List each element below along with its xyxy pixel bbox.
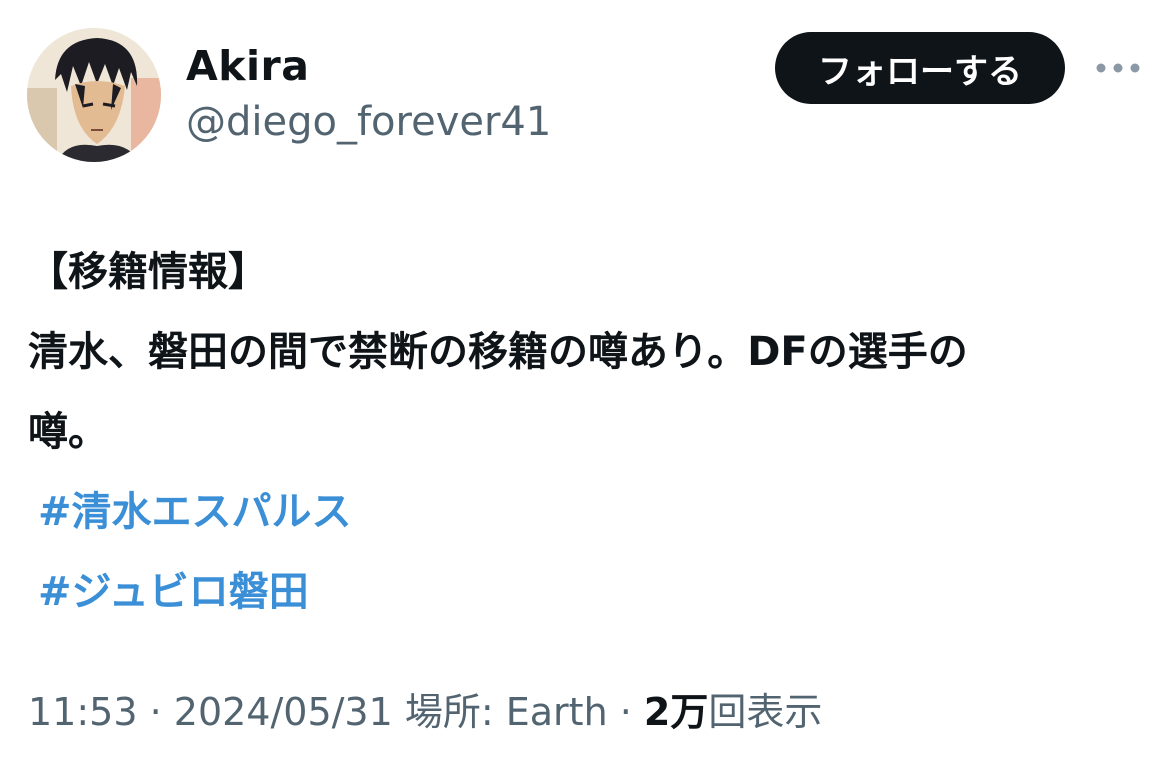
- tweet-time[interactable]: 11:53: [28, 690, 138, 734]
- tweet-text: 【移籍情報】 清水、磐田の間で禁断の移籍の噂あり。DFの選手の 噂。 #清水エス…: [28, 232, 1153, 632]
- more-options-button[interactable]: [1092, 50, 1144, 86]
- view-label: 回表示: [708, 690, 823, 734]
- tweet-date[interactable]: 2024/05/31: [174, 690, 393, 734]
- tweet-line: 噂。: [28, 409, 108, 455]
- separator: ·: [607, 690, 644, 734]
- separator: ·: [137, 690, 174, 734]
- tweet-meta: 11:53 · 2024/05/31 場所: Earth · 2万回表示: [28, 684, 822, 740]
- more-horizontal-icon: [1096, 63, 1140, 73]
- tweet-line: 清水、磐田の間で禁断の移籍の噂あり。DFの選手の: [28, 329, 968, 375]
- avatar[interactable]: [27, 28, 161, 162]
- follow-button[interactable]: フォローする: [775, 32, 1065, 104]
- hashtag-link[interactable]: #ジュビロ磐田: [28, 552, 1153, 632]
- display-name[interactable]: Akira: [186, 40, 309, 92]
- user-handle[interactable]: @diego_forever41: [186, 96, 551, 148]
- hashtag-link[interactable]: #清水エスパルス: [28, 472, 1153, 552]
- tweet-card: Akira @diego_forever41 フォローする 【移籍情報】 清水、…: [0, 0, 1170, 764]
- avatar-image: [27, 28, 161, 162]
- view-count: 2万: [643, 690, 709, 734]
- tweet-location: 場所: Earth: [392, 690, 608, 734]
- tweet-heading: 【移籍情報】: [28, 249, 268, 295]
